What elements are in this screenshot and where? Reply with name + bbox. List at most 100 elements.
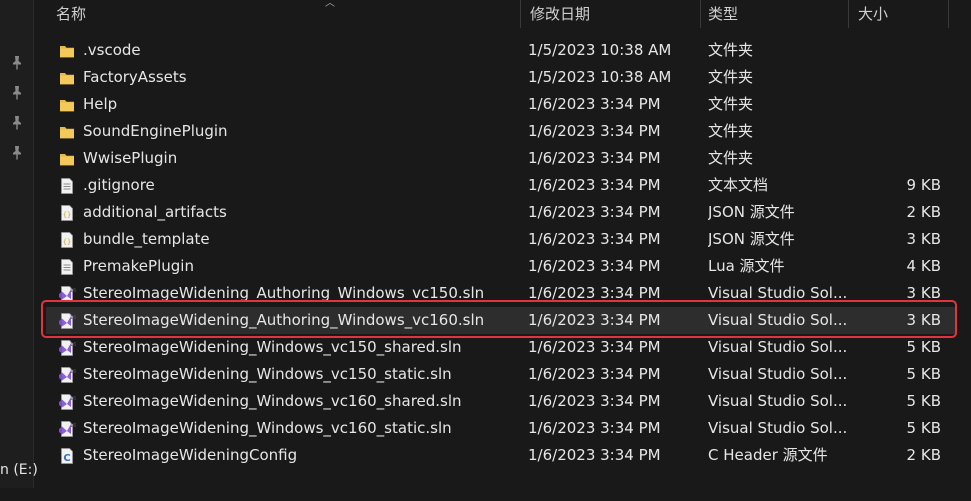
file-name: bundle_template [83,230,210,248]
file-row[interactable]: .gitignore 1/6/2023 3:34 PM 文本文档 9 KB [46,172,956,199]
svg-text:16: 16 [70,369,76,375]
file-size: 5 KB [906,338,941,356]
file-type: 文件夹 [708,95,754,113]
pin-icon[interactable] [10,85,24,101]
file-type: 文件夹 [708,68,754,86]
file-modified: 1/6/2023 3:34 PM [528,338,661,356]
file-row[interactable]: 16 StereoImageWidening_Windows_vc160_shar… [46,388,956,415]
file-row[interactable]: FactoryAssets 1/5/2023 10:38 AM 文件夹 [46,64,956,91]
file-row[interactable]: {} bundle_template 1/6/2023 3:34 PM JSON 源文… [46,226,956,253]
column-size[interactable]: 大小 [848,0,948,28]
file-size [848,91,941,118]
file-row[interactable]: SoundEnginePlugin 1/6/2023 3:34 PM 文件夹 [46,118,956,145]
file-row[interactable]: 16 StereoImageWidening_Windows_vc150_stat… [46,361,956,388]
file-modified: 1/6/2023 3:34 PM [528,176,661,194]
file-name: SoundEnginePlugin [83,122,228,140]
vs-solution-icon: 16 [58,339,76,357]
file-modified: 1/6/2023 3:34 PM [528,230,661,248]
json-file-icon: {} [58,204,76,222]
file-name: StereoImageWidening_Windows_vc160_static… [83,419,452,437]
column-name[interactable]: 名称 [46,0,520,28]
folder-icon [58,150,76,168]
file-type: JSON 源文件 [708,203,795,221]
svg-text:16: 16 [70,288,76,294]
svg-text:{}: {} [63,211,71,219]
file-type: Lua 源文件 [708,257,785,275]
file-size [848,37,941,64]
column-header: ︿ 名称 修改日期 类型 大小 [46,0,956,30]
file-row[interactable]: C StereoImageWideningConfig 1/6/2023 3:34 … [46,442,956,469]
file-row[interactable]: WwisePlugin 1/6/2023 3:34 PM 文件夹 [46,145,956,172]
file-modified: 1/6/2023 3:34 PM [528,203,661,221]
file-name: FactoryAssets [83,68,187,86]
file-modified: 1/5/2023 10:38 AM [528,68,672,86]
text-file-icon [58,177,76,195]
pin-icon[interactable] [10,55,24,71]
file-type: 文件夹 [708,122,754,140]
file-type: C Header 源文件 [708,446,828,464]
folder-icon [58,96,76,114]
file-name: .gitignore [83,176,155,194]
highlight-box [41,300,957,338]
file-modified: 1/6/2023 3:34 PM [528,446,661,464]
file-name: StereoImageWidening_Windows_vc160_shared… [83,392,462,410]
file-name: additional_artifacts [83,203,227,221]
column-type[interactable]: 类型 [698,0,848,28]
svg-text:16: 16 [70,396,76,402]
file-name: PremakePlugin [83,257,194,275]
file-modified: 1/6/2023 3:34 PM [528,122,661,140]
file-type: JSON 源文件 [708,230,795,248]
file-size: 5 KB [906,365,941,383]
folder-icon [58,123,76,141]
file-row[interactable]: PremakePlugin 1/6/2023 3:34 PM Lua 源文件 4 KB [46,253,956,280]
file-name: WwisePlugin [83,149,178,167]
file-type: Visual Studio Sol... [708,365,848,383]
file-type: 文件夹 [708,149,754,167]
file-row[interactable]: Help 1/6/2023 3:34 PM 文件夹 [46,91,956,118]
svg-text:C: C [63,453,70,464]
file-name: Help [83,95,118,113]
navigation-pane: n (E:) [0,0,38,501]
file-name: StereoImageWidening_Windows_vc150_shared… [83,338,462,356]
file-type: 文本文档 [708,176,769,194]
c-header-file-icon: C [58,447,76,465]
folder-icon [58,42,76,60]
status-bar [0,488,971,501]
svg-text:16: 16 [70,342,76,348]
file-size: 4 KB [906,257,941,275]
file-size: 2 KB [906,446,941,464]
vs-solution-icon: 16 [58,393,76,411]
file-modified: 1/6/2023 3:34 PM [528,392,661,410]
file-row[interactable]: .vscode 1/5/2023 10:38 AM 文件夹 [46,37,956,64]
file-row[interactable]: {} additional_artifacts 1/6/2023 3:34 PM JS… [46,199,956,226]
file-size [848,118,941,145]
pin-icon[interactable] [10,145,24,161]
file-name: StereoImageWidening_Windows_vc150_static… [83,365,452,383]
text-file-icon [58,258,76,276]
column-divider[interactable] [948,0,949,28]
file-modified: 1/6/2023 3:34 PM [528,149,661,167]
pin-icon[interactable] [10,115,24,131]
drive-label[interactable]: n (E:) [0,462,38,478]
file-size: 3 KB [906,230,941,248]
file-modified: 1/6/2023 3:34 PM [528,419,661,437]
folder-icon [58,69,76,87]
file-type: Visual Studio Sol... [708,419,848,437]
svg-text:16: 16 [70,423,76,429]
file-modified: 1/6/2023 3:34 PM [528,95,661,113]
file-modified: 1/6/2023 3:34 PM [528,365,661,383]
file-size: 9 KB [906,176,941,194]
file-type: Visual Studio Sol... [708,392,848,410]
file-type: 文件夹 [708,41,754,59]
file-size: 5 KB [906,392,941,410]
json-file-icon: {} [58,231,76,249]
file-row[interactable]: 16 StereoImageWidening_Windows_vc150_shar… [46,334,956,361]
svg-text:{}: {} [63,238,71,246]
vs-solution-icon: 16 [58,420,76,438]
file-size [848,64,941,91]
file-size: 5 KB [906,419,941,437]
file-size [848,145,941,172]
column-modified[interactable]: 修改日期 [520,0,700,28]
file-name: .vscode [83,41,141,59]
file-row[interactable]: 16 StereoImageWidening_Windows_vc160_stat… [46,415,956,442]
